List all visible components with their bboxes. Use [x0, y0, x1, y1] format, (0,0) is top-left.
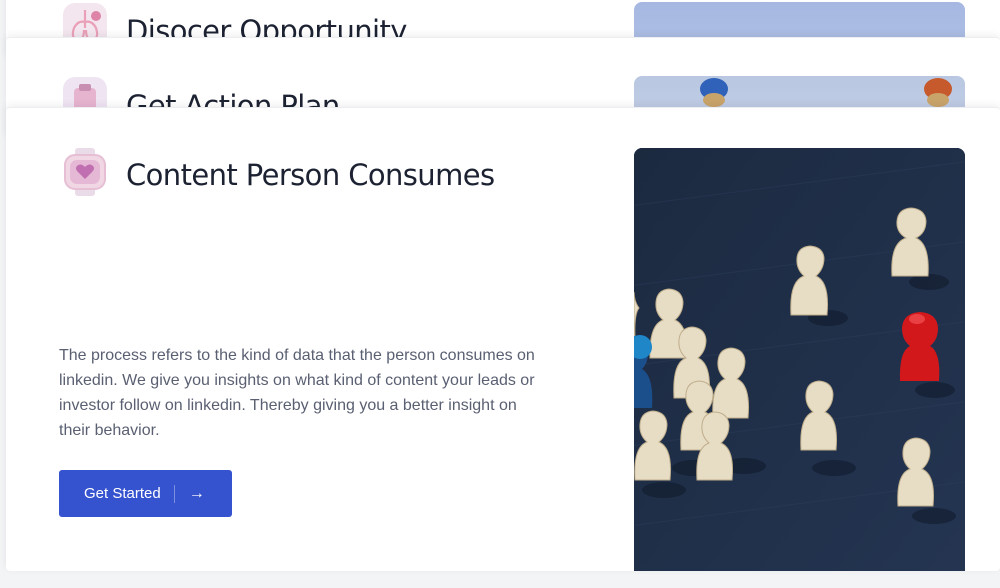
step-card-content-consumption: Content Person Consumes The process refe…	[6, 107, 1000, 571]
smartwatch-heart-icon	[60, 146, 110, 198]
get-started-button[interactable]: Get Started →	[59, 470, 232, 517]
wooden-pawns-photo	[634, 148, 965, 571]
arrow-right-icon: →	[188, 484, 205, 502]
card-description: The process refers to the kind of data t…	[59, 347, 535, 439]
button-divider	[173, 484, 175, 503]
card-title: Content Person Consumes	[126, 158, 495, 192]
button-label: Get Started	[84, 485, 161, 502]
card-image	[634, 148, 965, 571]
